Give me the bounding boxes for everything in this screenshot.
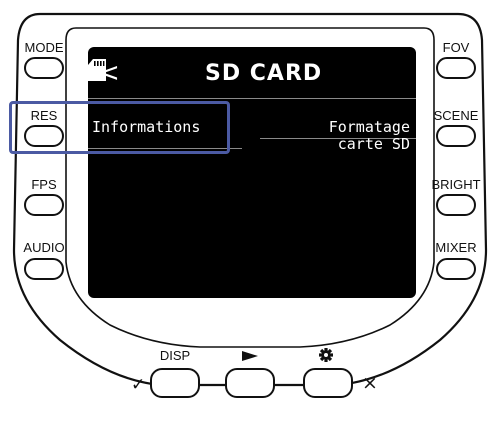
lcd-screen: < SD CARD Informations Formatage carte S… bbox=[88, 47, 416, 298]
confirm-check-icon: ✓ bbox=[131, 375, 146, 395]
sd-card-icon bbox=[88, 59, 106, 81]
audio-label: AUDIO bbox=[23, 240, 65, 255]
settings-button[interactable] bbox=[303, 368, 353, 398]
fps-label: FPS bbox=[31, 177, 57, 192]
device-body: MODE RES FPS AUDIO FOV SCENE BRIGHT MIXE… bbox=[0, 0, 498, 424]
mode-label: MODE bbox=[24, 40, 64, 55]
menu-item-format-line1: Formatage bbox=[328, 118, 410, 136]
play-button[interactable] bbox=[225, 368, 275, 398]
mode-button[interactable] bbox=[24, 57, 64, 79]
bright-button[interactable] bbox=[436, 194, 476, 216]
screen-header: < SD CARD bbox=[88, 58, 416, 93]
scene-label: SCENE bbox=[433, 108, 479, 123]
gear-icon bbox=[319, 348, 333, 362]
fps-button[interactable] bbox=[24, 194, 64, 216]
cancel-cross-icon: × bbox=[362, 372, 378, 394]
screen-title: SD CARD bbox=[205, 61, 323, 86]
fov-label: FOV bbox=[442, 40, 470, 55]
play-triangle-icon bbox=[242, 351, 258, 361]
fov-button[interactable] bbox=[436, 57, 476, 79]
mixer-button[interactable] bbox=[436, 258, 476, 280]
scene-button[interactable] bbox=[436, 125, 476, 147]
disp-button[interactable] bbox=[150, 368, 200, 398]
mixer-label: MIXER bbox=[435, 240, 477, 255]
menu-item-format-sd[interactable]: Formatage carte SD bbox=[329, 119, 410, 153]
menu-item-format-line2: carte SD bbox=[337, 135, 410, 153]
bright-label: BRIGHT bbox=[431, 177, 481, 192]
header-divider bbox=[88, 98, 416, 99]
highlight-frame bbox=[9, 101, 230, 154]
audio-button[interactable] bbox=[24, 258, 64, 280]
disp-label: DISP bbox=[159, 348, 191, 363]
